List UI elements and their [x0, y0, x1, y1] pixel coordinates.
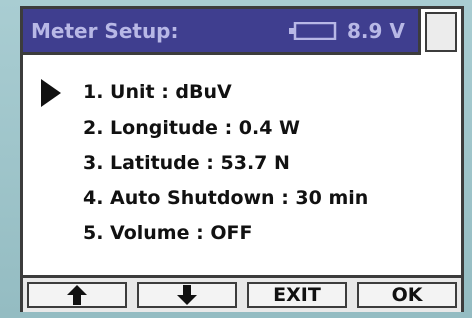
page-title: Meter Setup: [31, 19, 179, 43]
menu-item-latitude[interactable]: 3. Latitude : 53.7 N [83, 152, 290, 174]
battery-icon [289, 21, 337, 41]
device-bezel: Meter Setup: 8.9 V 1. Unit : dBuV 2. Lon… [0, 0, 472, 318]
lcd-screen: Meter Setup: 8.9 V 1. Unit : dBuV 2. Lon… [20, 6, 464, 312]
menu-item-auto-shutdown[interactable]: 4. Auto Shutdown : 30 min [83, 187, 368, 209]
softkey-bar: EXIT OK [23, 275, 461, 312]
menu-item-longitude[interactable]: 2. Longitude : 0.4 W [83, 117, 300, 139]
title-bar: Meter Setup: 8.9 V [23, 9, 421, 55]
menu-item-volume[interactable]: 5. Volume : OFF [83, 222, 252, 244]
exit-button[interactable]: EXIT [247, 282, 347, 308]
ok-button[interactable]: OK [357, 282, 457, 308]
arrow-down-icon [176, 284, 198, 306]
battery-voltage: 8.9 V [347, 19, 405, 43]
up-button[interactable] [27, 282, 127, 308]
corner-button[interactable] [425, 12, 457, 52]
menu-item-unit[interactable]: 1. Unit : dBuV [83, 81, 232, 103]
down-button[interactable] [137, 282, 237, 308]
arrow-up-icon [66, 284, 88, 306]
selection-cursor-icon [41, 79, 61, 107]
